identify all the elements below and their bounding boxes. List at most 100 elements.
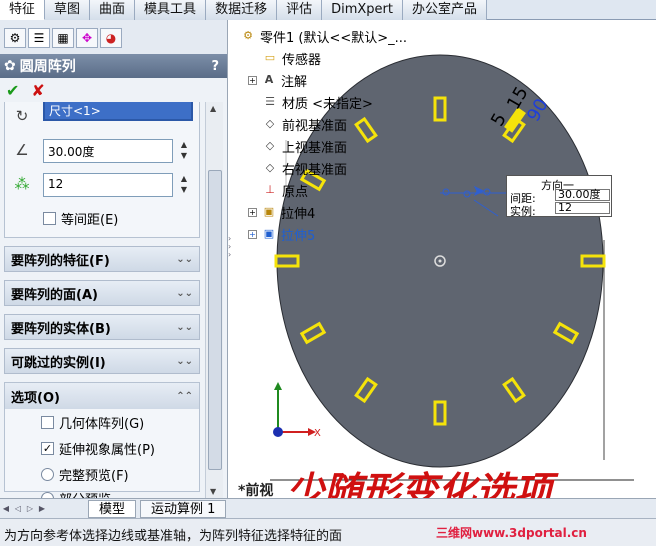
tree-root-label: 零件1 (默认<<默认>_... bbox=[260, 30, 408, 46]
tab-surfaces[interactable]: 曲面 bbox=[90, 0, 136, 20]
tree-item-label: 注解 bbox=[281, 74, 308, 90]
first-tab-icon[interactable]: ◀ bbox=[0, 504, 12, 513]
property-body: ↻ 尺寸<1> ∠ 30.00度 ▲ ▼ ⁂ 12 ▲ ▼ 等间距(E) 要阵列的特… bbox=[0, 102, 204, 498]
feature-title: 圆周阵列 bbox=[19, 59, 76, 75]
handwritten-note: 少随形变化选项 bbox=[286, 468, 553, 498]
equal-spacing-label: 等间距(E) bbox=[61, 213, 119, 228]
section-label: 要阵列的特征(F) bbox=[11, 253, 110, 269]
help-button[interactable]: ? bbox=[211, 59, 219, 74]
callout-instances-label: 实例: bbox=[510, 205, 536, 218]
tree-item-origin[interactable]: ⊥ 原点 bbox=[262, 180, 308, 200]
property-manager-icon[interactable]: ☰ bbox=[28, 28, 50, 48]
extrude-icon: ▣ bbox=[263, 227, 275, 240]
plane-icon: ◇ bbox=[265, 139, 275, 152]
scrollbar-thumb[interactable] bbox=[208, 170, 222, 470]
propagate-visual-box[interactable]: ✓ bbox=[41, 442, 54, 455]
x-axis-label: X bbox=[314, 428, 321, 439]
equal-spacing-checkbox[interactable]: 等间距(E) bbox=[43, 209, 118, 228]
direction-callout[interactable]: 方向一 间距: 30.00度 实例: 12 bbox=[506, 175, 612, 218]
geometry-pattern-box[interactable] bbox=[41, 416, 54, 429]
section-options[interactable]: 选项(O) ⌃⌃ bbox=[5, 383, 199, 409]
direction-group: ↻ 尺寸<1> ∠ 30.00度 ▲ ▼ ⁂ 12 ▲ ▼ 等间距(E) bbox=[4, 102, 200, 238]
tab-dimxpert[interactable]: DimXpert bbox=[322, 0, 403, 20]
prev-tab-icon[interactable]: ◁ bbox=[12, 504, 24, 513]
partial-preview-radio[interactable]: 部分预览 bbox=[41, 489, 111, 498]
full-preview-radio-dot[interactable] bbox=[41, 468, 54, 481]
tree-item-extrude4[interactable]: + ▣ 拉伸4 bbox=[248, 202, 315, 222]
next-tab-icon[interactable]: ▷ bbox=[24, 504, 36, 513]
tab-evaluate[interactable]: 评估 bbox=[277, 0, 323, 20]
last-tab-icon[interactable]: ▶ bbox=[36, 504, 48, 513]
chevron-down-icon: ⌄⌄ bbox=[176, 321, 193, 333]
chevron-down-icon: ⌄⌄ bbox=[176, 287, 193, 299]
tab-sketch[interactable]: 草图 bbox=[45, 0, 91, 20]
section-label: 选项(O) bbox=[11, 390, 60, 406]
tree-item-right-plane[interactable]: ◇ 右视基准面 bbox=[262, 158, 347, 178]
model-tabs: ◀ ◁ ▷ ▶ 模型 运动算例 1 bbox=[0, 498, 656, 518]
plane-icon: ◇ bbox=[265, 161, 275, 174]
tree-item-material[interactable]: ☰ 材质 <未指定> bbox=[262, 92, 373, 112]
display-manager-icon[interactable]: ◕ bbox=[100, 28, 122, 48]
expand-icon[interactable]: + bbox=[248, 229, 257, 239]
propagate-visual-label: 延伸视象属性(P) bbox=[59, 443, 155, 458]
section-features-to-pattern[interactable]: 要阵列的特征(F) ⌄⌄ bbox=[4, 246, 200, 272]
y-axis-arrow bbox=[274, 382, 282, 390]
tree-root[interactable]: ⚙ 零件1 (默认<<默认>_... bbox=[240, 26, 407, 46]
section-label: 可跳过的实例(I) bbox=[11, 355, 106, 371]
callout-instances-value[interactable]: 12 bbox=[555, 202, 610, 214]
equal-spacing-box[interactable] bbox=[43, 212, 56, 225]
section-instances-to-skip[interactable]: 可跳过的实例(I) ⌄⌄ bbox=[4, 348, 200, 374]
tree-item-label: 传感器 bbox=[282, 52, 322, 68]
origin-icon: ⊥ bbox=[265, 183, 275, 196]
property-scrollbar[interactable]: ▲ ▼ bbox=[205, 102, 223, 498]
feature-manager-icon[interactable]: ⚙ bbox=[4, 28, 26, 48]
angle-input[interactable]: 30.00度 bbox=[43, 139, 173, 163]
view-name: *前视 bbox=[238, 483, 274, 498]
tab-office-products[interactable]: 办公室产品 bbox=[402, 0, 487, 20]
tree-item-sensors[interactable]: ▭ 传感器 bbox=[262, 48, 321, 68]
section-label: 要阵列的实体(B) bbox=[11, 321, 111, 337]
tree-item-label: 拉伸5 bbox=[281, 228, 316, 244]
tree-item-extrude5[interactable]: + ▣ 拉伸5 bbox=[248, 224, 315, 244]
instances-icon: ⁂ bbox=[14, 175, 30, 193]
tab-features[interactable]: 特征 bbox=[0, 0, 46, 20]
tree-item-top-plane[interactable]: ◇ 上视基准面 bbox=[262, 136, 347, 156]
tree-item-label: 材质 <未指定> bbox=[282, 96, 373, 112]
scroll-up-icon[interactable]: ▲ bbox=[210, 104, 216, 113]
propagate-visual-checkbox[interactable]: ✓ 延伸视象属性(P) bbox=[41, 439, 155, 458]
tab-mold-tools[interactable]: 模具工具 bbox=[135, 0, 207, 20]
configuration-manager-icon[interactable]: ▦ bbox=[52, 28, 74, 48]
expand-icon[interactable]: + bbox=[248, 207, 257, 217]
plane-icon: ◇ bbox=[265, 117, 275, 130]
ok-cancel-row: ✔ ✘ bbox=[0, 78, 227, 102]
folder-icon: ▭ bbox=[264, 51, 276, 64]
dimxpert-manager-icon[interactable]: ✥ bbox=[76, 28, 98, 48]
instances-spinner[interactable]: ▲ ▼ bbox=[175, 173, 193, 197]
extrude-icon: ▣ bbox=[263, 205, 275, 218]
reference-axis-field[interactable]: 尺寸<1> bbox=[43, 102, 193, 121]
scroll-down-icon[interactable]: ▼ bbox=[210, 487, 216, 496]
instances-input[interactable]: 12 bbox=[43, 173, 173, 197]
full-preview-radio[interactable]: 完整预览(F) bbox=[41, 465, 129, 484]
feature-header: ✿ 圆周阵列 ? bbox=[0, 54, 227, 78]
angle-spinner[interactable]: ▲ ▼ bbox=[175, 139, 193, 163]
tab-data-migration[interactable]: 数据迁移 bbox=[206, 0, 278, 20]
tree-item-annotations[interactable]: + A 注解 bbox=[248, 70, 307, 90]
tab-model[interactable]: 模型 bbox=[88, 499, 137, 518]
geometry-pattern-checkbox[interactable]: 几何体阵列(G) bbox=[41, 413, 144, 432]
tab-motion-study[interactable]: 运动算例 1 bbox=[140, 499, 227, 518]
property-manager: ⚙ ☰ ▦ ✥ ◕ ✿ 圆周阵列 ? ✔ ✘ ↻ 尺寸<1> ∠ 30.00度 … bbox=[0, 20, 228, 498]
section-bodies-to-pattern[interactable]: 要阵列的实体(B) ⌄⌄ bbox=[4, 314, 200, 340]
graphics-area[interactable]: ➤ 5 15 90 X ??? ⚙ 零件1 (默认<<默认>_... ▭ 传感器… bbox=[234, 20, 656, 498]
ok-button[interactable]: ✔ bbox=[6, 81, 19, 100]
section-faces-to-pattern[interactable]: 要阵列的面(A) ⌄⌄ bbox=[4, 280, 200, 306]
section-label: 要阵列的面(A) bbox=[11, 287, 98, 303]
reverse-direction-icon[interactable]: ↻ bbox=[11, 107, 33, 129]
expand-icon[interactable]: + bbox=[248, 75, 257, 85]
tree-item-front-plane[interactable]: ◇ 前视基准面 bbox=[262, 114, 347, 134]
callout-spacing-value[interactable]: 30.00度 bbox=[555, 189, 610, 201]
chevron-down-icon: ⌄⌄ bbox=[176, 355, 193, 367]
cancel-button[interactable]: ✘ bbox=[31, 81, 44, 100]
material-icon: ☰ bbox=[265, 95, 275, 108]
chevron-up-icon: ⌃⌃ bbox=[176, 390, 193, 402]
